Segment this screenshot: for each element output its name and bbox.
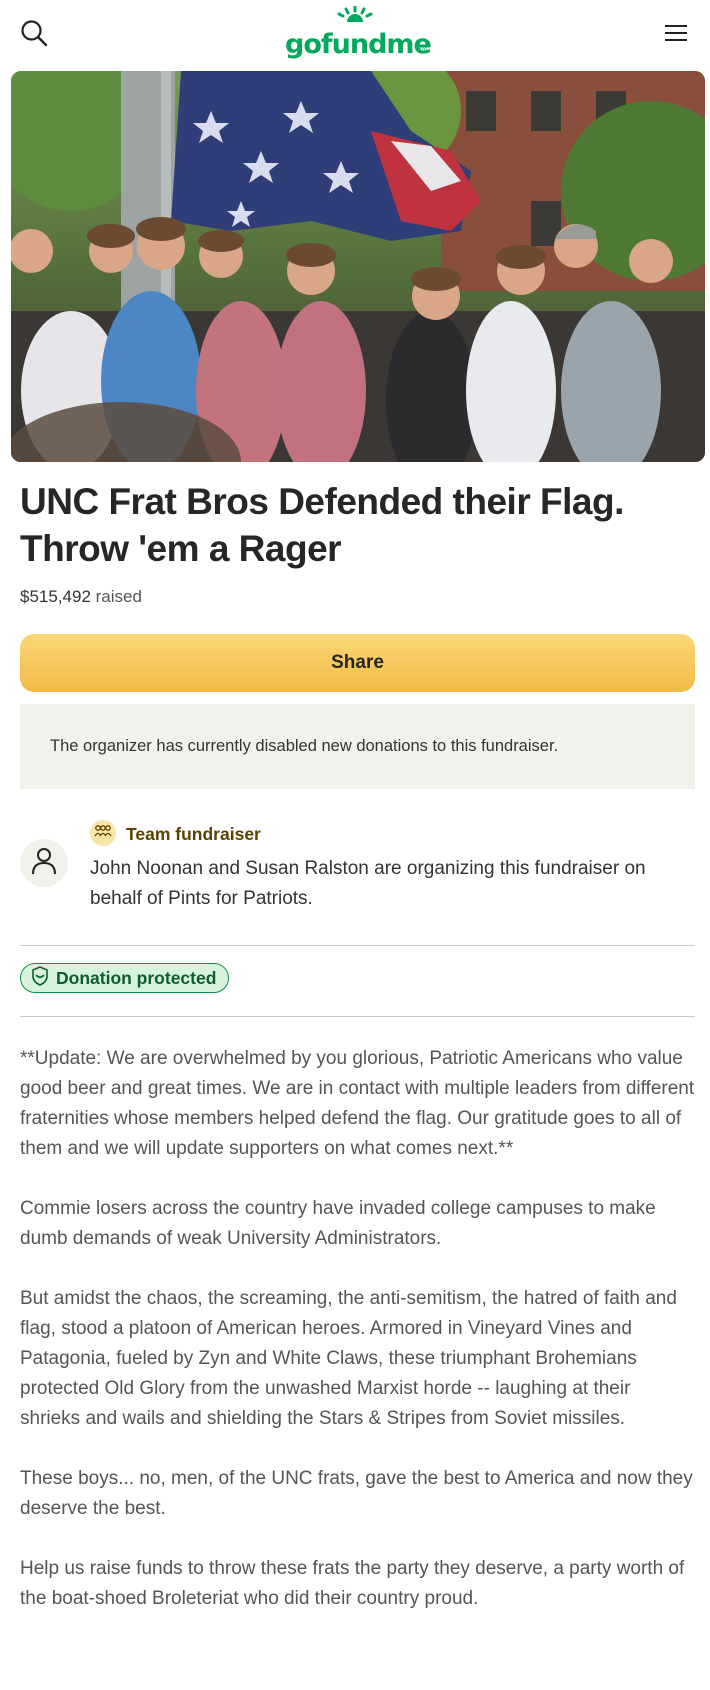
story-paragraph: But amidst the chaos, the screaming, the… xyxy=(20,1288,677,1429)
donation-protected-badge[interactable]: Donation protected xyxy=(20,963,230,993)
logo-trademark: TM xyxy=(418,46,427,52)
raised-label: raised xyxy=(95,587,142,606)
organizer-avatar[interactable] xyxy=(20,839,68,887)
hero-photo xyxy=(11,71,705,462)
share-button[interactable]: Share xyxy=(20,634,695,692)
menu-button[interactable] xyxy=(654,13,698,57)
story-paragraph: Help us raise funds to throw these frats… xyxy=(20,1558,685,1609)
story-paragraph: Commie losers across the country have in… xyxy=(20,1198,656,1249)
gofundme-logo[interactable]: gofundme TM xyxy=(285,6,432,60)
raised-amount: $515,492 xyxy=(20,587,91,606)
divider xyxy=(20,1016,695,1017)
user-icon xyxy=(31,847,57,880)
story-paragraph: These boys... no, men, of the UNC frats,… xyxy=(20,1468,693,1519)
search-icon xyxy=(20,19,48,52)
organizer-description: John Noonan and Susan Ralston are organi… xyxy=(90,858,646,909)
notice-text: The organizer has currently disabled new… xyxy=(50,737,559,755)
donation-protected-label: Donation protected xyxy=(56,967,217,988)
amount-raised: $515,492 raised xyxy=(20,587,142,607)
campaign-title: UNC Frat Bros Defended their Flag. Throw… xyxy=(20,481,624,569)
team-badge xyxy=(90,820,116,846)
top-nav: gofundme TM xyxy=(0,0,710,70)
logo-sun-icon xyxy=(337,6,373,22)
team-icon xyxy=(94,824,112,843)
donations-disabled-notice: The organizer has currently disabled new… xyxy=(20,704,695,789)
team-fundraiser-label: Team fundraiser xyxy=(126,824,261,844)
search-button[interactable] xyxy=(12,13,56,57)
organizer-section: Team fundraiser John Noonan and Susan Ra… xyxy=(20,816,695,916)
divider xyxy=(20,945,695,946)
hamburger-menu-icon xyxy=(663,23,689,48)
campaign-story: **Update: We are overwhelmed by you glor… xyxy=(20,1044,695,1644)
story-paragraph: **Update: We are overwhelmed by you glor… xyxy=(20,1048,695,1159)
shield-check-icon xyxy=(31,965,49,991)
campaign-hero-image[interactable] xyxy=(11,71,705,462)
logo-text: gofundme xyxy=(285,29,432,60)
